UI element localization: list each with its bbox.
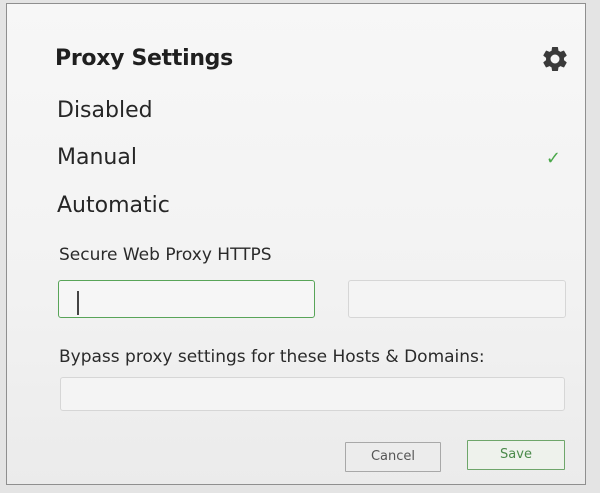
gear-icon[interactable] [540,44,570,74]
check-icon: ✓ [545,148,561,169]
proxy-port-input[interactable] [348,280,566,318]
option-label: Manual [57,145,137,170]
bypass-label: Bypass proxy settings for these Hosts & … [59,347,485,367]
proxy-settings-dialog: Proxy Settings Disabled Manual ✓ Automat… [6,3,586,485]
cancel-button[interactable]: Cancel [345,442,441,472]
option-automatic[interactable]: Automatic [57,193,577,229]
secure-web-proxy-label: Secure Web Proxy HTTPS [59,245,272,265]
text-cursor [77,291,79,315]
bypass-hosts-input[interactable] [60,377,565,411]
option-label: Disabled [57,98,153,123]
proxy-host-input[interactable] [58,280,315,318]
save-button[interactable]: Save [467,440,565,470]
option-disabled[interactable]: Disabled [57,98,577,134]
option-manual[interactable]: Manual ✓ [57,145,577,181]
option-label: Automatic [57,193,170,218]
dialog-title: Proxy Settings [55,46,233,71]
